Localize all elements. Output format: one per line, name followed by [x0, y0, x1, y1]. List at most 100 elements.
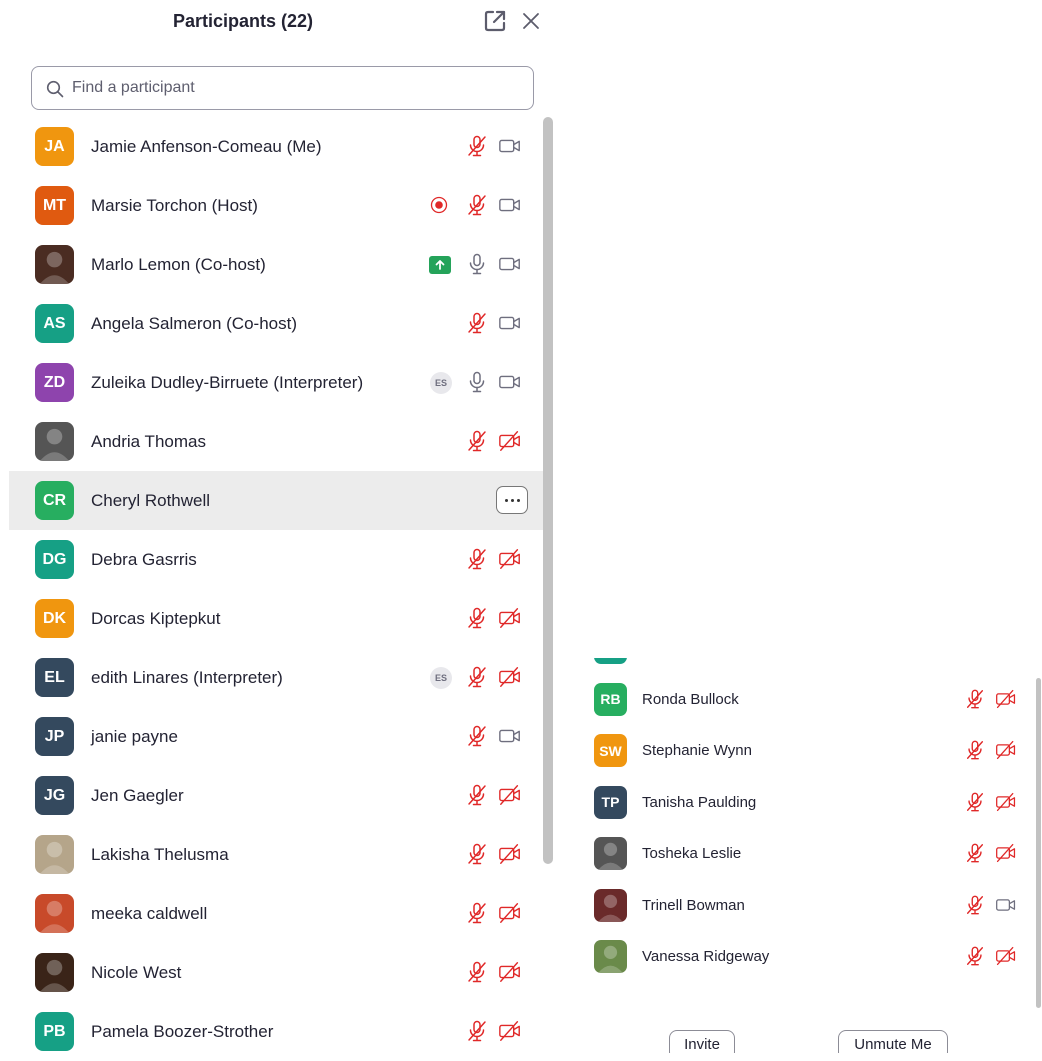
mic-muted-icon[interactable] [465, 429, 489, 458]
participant-row[interactable]: PB Pamela Boozer-Strother [576, 658, 1042, 674]
mic-muted-icon[interactable] [465, 134, 489, 163]
mic-muted-icon[interactable] [964, 945, 986, 972]
mic-muted-icon[interactable] [964, 842, 986, 869]
participant-row[interactable]: JG Jen Gaegler [9, 766, 543, 825]
mic-muted-icon[interactable] [964, 791, 986, 818]
video-off-icon[interactable] [995, 945, 1017, 972]
search-icon [46, 80, 64, 103]
mic-muted-icon[interactable] [465, 901, 489, 930]
avatar-initials: DK [42, 609, 67, 627]
video-icon[interactable] [498, 311, 522, 340]
video-icon[interactable] [498, 134, 522, 163]
search-box[interactable] [31, 66, 534, 110]
avatar-initials: SW [599, 742, 622, 759]
avatar-photo [35, 245, 74, 284]
mic-muted-icon[interactable] [964, 894, 986, 921]
language-badge: ES [430, 372, 452, 394]
video-off-icon[interactable] [995, 842, 1017, 869]
mic-muted-icon[interactable] [465, 783, 489, 812]
participant-row[interactable]: JA Jamie Anfenson-Comeau (Me) [9, 117, 543, 176]
avatar-initials: RB [600, 691, 621, 707]
mic-icon[interactable] [465, 370, 489, 399]
mic-muted-icon[interactable] [964, 658, 986, 663]
avatar-initials: JA [44, 137, 65, 155]
scrollbar-scrolled[interactable] [1036, 678, 1041, 1008]
participant-name: Zuleika Dudley-Birruete (Interpreter) [91, 373, 364, 392]
mic-muted-icon[interactable] [465, 311, 489, 340]
video-off-icon[interactable] [498, 783, 522, 812]
participant-list: JA Jamie Anfenson-Comeau (Me) MT Marsie Tor… [9, 117, 543, 1061]
video-off-icon[interactable] [498, 842, 522, 871]
close-icon[interactable] [519, 9, 543, 33]
video-off-icon[interactable] [995, 791, 1017, 818]
avatar: MT [35, 186, 74, 225]
video-icon[interactable] [498, 193, 522, 222]
participant-row[interactable]: ZD Zuleika Dudley-Birruete (Interpreter) E… [9, 353, 543, 412]
mic-muted-icon[interactable] [465, 842, 489, 871]
mic-muted-icon[interactable] [964, 688, 986, 715]
video-icon[interactable] [498, 724, 522, 753]
video-icon[interactable] [498, 370, 522, 399]
avatar-initials: ZD [43, 373, 66, 391]
invite-button[interactable]: Invite [669, 1030, 735, 1053]
search-input[interactable] [72, 75, 512, 101]
video-off-icon[interactable] [498, 429, 522, 458]
unmute-me-button[interactable]: Unmute Me [838, 1030, 948, 1053]
participant-row[interactable]: Andria Thomas [9, 412, 543, 471]
participant-name: meeka caldwell [91, 904, 208, 923]
mic-muted-icon[interactable] [465, 547, 489, 576]
participant-row[interactable]: Tosheka Leslie [576, 828, 1042, 880]
participant-row[interactable]: Marlo Lemon (Co-host) [9, 235, 543, 294]
popout-icon[interactable] [483, 9, 507, 33]
video-icon[interactable] [498, 252, 522, 281]
participant-name: Marlo Lemon (Co-host) [91, 255, 266, 274]
participant-row[interactable]: Lakisha Thelusma [9, 825, 543, 884]
participant-row[interactable]: DG Debra Gasrris [9, 530, 543, 589]
participant-row[interactable]: EL edith Linares (Interpreter) ES [9, 648, 543, 707]
participant-row[interactable]: SW Stephanie Wynn [576, 725, 1042, 777]
mic-muted-icon[interactable] [465, 1019, 489, 1048]
mic-muted-icon[interactable] [465, 960, 489, 989]
mic-icon[interactable] [465, 252, 489, 281]
participant-row[interactable]: Nicole West [9, 943, 543, 1002]
mic-muted-icon[interactable] [465, 724, 489, 753]
participant-row[interactable]: CR Cheryl Rothwell [9, 471, 543, 530]
scrollbar[interactable] [543, 117, 553, 864]
participant-row[interactable]: TP Tanisha Paulding [576, 777, 1042, 829]
share-screen-icon [429, 256, 451, 274]
participant-row[interactable]: PB Pamela Boozer-Strother [9, 1002, 543, 1061]
participant-row[interactable]: RB Ronda Bullock [576, 674, 1042, 726]
participant-row[interactable]: meeka caldwell [9, 884, 543, 943]
participant-row[interactable]: JP janie payne [9, 707, 543, 766]
participant-row[interactable]: MT Marsie Torchon (Host) [9, 176, 543, 235]
mic-muted-icon[interactable] [465, 665, 489, 694]
video-off-icon[interactable] [498, 1019, 522, 1048]
avatar-initials: DG [42, 550, 67, 568]
participants-panel-scrolled: PB Pamela Boozer-Strother RB Ronda Bullock S… [576, 658, 1042, 1053]
video-off-icon[interactable] [498, 960, 522, 989]
avatar: PB [35, 1012, 74, 1051]
video-off-icon[interactable] [995, 688, 1017, 715]
participant-row[interactable]: AS Angela Salmeron (Co-host) [9, 294, 543, 353]
participant-name: Nicole West [91, 963, 182, 982]
more-options-button[interactable] [496, 486, 528, 514]
participant-row[interactable]: Vanessa Ridgeway [576, 931, 1042, 983]
avatar-initials: MT [42, 196, 67, 214]
mic-muted-icon[interactable] [465, 193, 489, 222]
video-off-icon[interactable] [498, 901, 522, 930]
participant-name: Jamie Anfenson-Comeau (Me) [91, 137, 322, 156]
video-off-icon[interactable] [498, 547, 522, 576]
video-off-icon[interactable] [498, 606, 522, 635]
video-icon[interactable] [995, 894, 1017, 921]
video-off-icon[interactable] [995, 739, 1017, 766]
avatar-photo [35, 835, 74, 874]
avatar: SW [594, 734, 627, 767]
mic-muted-icon[interactable] [964, 739, 986, 766]
video-off-icon[interactable] [995, 658, 1017, 663]
participant-name: Stephanie Wynn [642, 742, 752, 759]
mic-muted-icon[interactable] [465, 606, 489, 635]
participant-name: Cheryl Rothwell [91, 491, 211, 510]
participant-row[interactable]: DK Dorcas Kiptepkut [9, 589, 543, 648]
video-off-icon[interactable] [498, 665, 522, 694]
participant-row[interactable]: Trinell Bowman [576, 880, 1042, 932]
